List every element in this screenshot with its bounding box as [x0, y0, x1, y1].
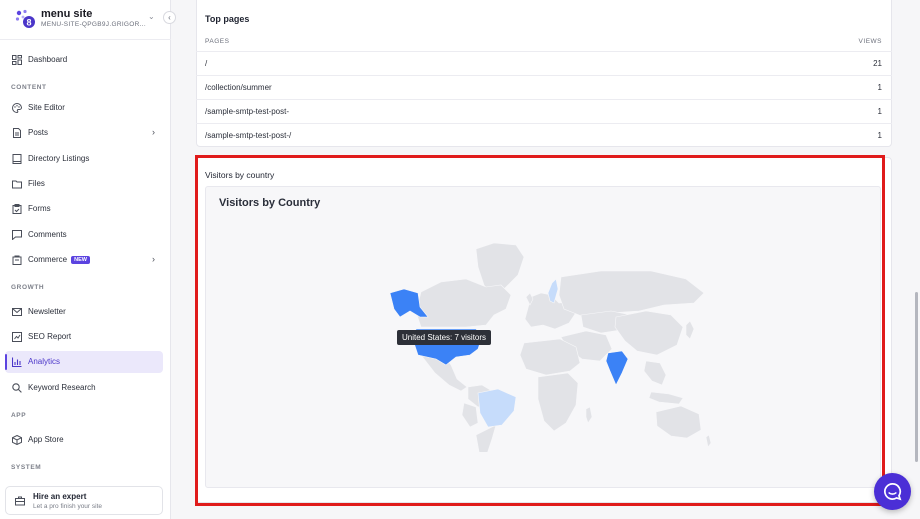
sidebar-item-label: Dashboard — [28, 55, 68, 64]
briefcase-icon — [15, 496, 25, 506]
sidebar-item-label: Directory Listings — [28, 154, 90, 163]
sidebar-item-label: Analytics — [28, 357, 61, 366]
page-path: /sample-smtp-test-post- — [205, 107, 290, 116]
sidebar-item-label: App Store — [28, 435, 64, 444]
sidebar-item-dashboard[interactable]: Dashboard — [5, 49, 163, 71]
table-row[interactable]: /sample-smtp-test-post-/ 1 — [196, 124, 892, 148]
site-switcher[interactable]: 8 menu site MENU-SITE-QPGB9J.GRIGOR... ⌄ — [0, 0, 171, 40]
chevron-right-icon: › — [152, 254, 155, 264]
top-pages-header: PAGES VIEWS — [196, 30, 892, 52]
section-growth: GROWTH — [11, 284, 45, 291]
table-row[interactable]: / 21 — [196, 52, 892, 76]
sidebar-item-commerce[interactable]: Commerce NEW › — [5, 249, 163, 271]
sidebar-item-newsletter[interactable]: Newsletter — [5, 301, 163, 323]
site-id: MENU-SITE-QPGB9J.GRIGOR... — [41, 21, 146, 28]
chat-icon — [884, 483, 902, 501]
sidebar-item-directory-listings[interactable]: Directory Listings — [5, 148, 163, 170]
chevron-down-icon: ⌄ — [148, 12, 155, 21]
page-views: 1 — [877, 83, 882, 92]
new-badge: NEW — [71, 256, 90, 264]
section-app: APP — [11, 412, 27, 419]
chevron-right-icon: › — [152, 127, 155, 137]
document-icon — [13, 128, 21, 138]
hire-expert-card[interactable]: Hire an expert Let a pro finish your sit… — [5, 486, 163, 515]
palette-icon — [12, 103, 22, 113]
page-path: /sample-smtp-test-post-/ — [205, 131, 292, 140]
site-logo-icon: 8 — [15, 9, 35, 28]
mail-icon — [12, 308, 22, 316]
table-row[interactable]: /collection/summer 1 — [196, 76, 892, 100]
section-system: SYSTEM — [11, 464, 42, 471]
sidebar-item-site-editor[interactable]: Site Editor — [5, 97, 163, 119]
page-views: 21 — [873, 59, 882, 68]
sidebar-item-label: Newsletter — [28, 307, 66, 316]
book-icon — [12, 154, 22, 164]
sidebar-item-app-store[interactable]: App Store — [5, 429, 163, 451]
sidebar-item-label: Commerce NEW — [28, 255, 90, 264]
page-scrollbar[interactable] — [913, 0, 920, 519]
page-path: / — [205, 59, 208, 68]
collapse-sidebar-button[interactable]: ‹ — [163, 11, 176, 24]
sidebar: 8 menu site MENU-SITE-QPGB9J.GRIGOR... ⌄… — [0, 0, 176, 519]
cart-icon — [12, 255, 22, 265]
sidebar-item-comments[interactable]: Comments — [5, 224, 163, 246]
page-views: 1 — [877, 107, 882, 116]
sidebar-item-label: Comments — [28, 230, 67, 239]
highlight-outline — [195, 155, 885, 506]
section-content: CONTENT — [11, 84, 47, 91]
page-path: /collection/summer — [205, 83, 272, 92]
column-header-pages: PAGES — [205, 38, 230, 45]
clipboard-icon — [12, 204, 22, 214]
site-name: menu site — [41, 8, 93, 20]
dashboard-icon — [12, 55, 22, 65]
chat-button[interactable] — [874, 473, 911, 510]
svg-text:8: 8 — [26, 18, 31, 28]
sidebar-item-label: Site Editor — [28, 103, 65, 112]
sidebar-item-keyword-research[interactable]: Keyword Research — [5, 377, 163, 399]
column-header-views: VIEWS — [858, 38, 882, 45]
table-row[interactable]: /sample-smtp-test-post- 1 — [196, 100, 892, 124]
search-icon — [12, 383, 22, 393]
folder-icon — [12, 180, 22, 189]
bar-chart-icon — [12, 357, 22, 367]
scrollbar-thumb[interactable] — [915, 292, 918, 462]
box-icon — [12, 435, 22, 445]
hire-expert-title: Hire an expert — [33, 492, 87, 501]
sidebar-item-label: SEO Report — [28, 332, 72, 341]
sidebar-item-analytics[interactable]: Analytics — [5, 351, 163, 373]
sidebar-item-seo-report[interactable]: SEO Report — [5, 326, 163, 348]
sidebar-item-forms[interactable]: Forms — [5, 198, 163, 220]
sidebar-item-label: Files — [28, 179, 45, 188]
hire-expert-subtitle: Let a pro finish your site — [33, 503, 103, 510]
top-pages-title: Top pages — [205, 14, 250, 24]
sidebar-item-label: Keyword Research — [28, 383, 96, 392]
comment-icon — [12, 230, 22, 240]
sidebar-item-label: Forms — [28, 204, 51, 213]
sidebar-item-posts[interactable]: Posts › — [5, 122, 163, 144]
sidebar-item-files[interactable]: Files — [5, 173, 163, 195]
page-views: 1 — [877, 131, 882, 140]
seo-icon — [12, 332, 22, 342]
sidebar-item-label: Posts — [28, 128, 49, 137]
